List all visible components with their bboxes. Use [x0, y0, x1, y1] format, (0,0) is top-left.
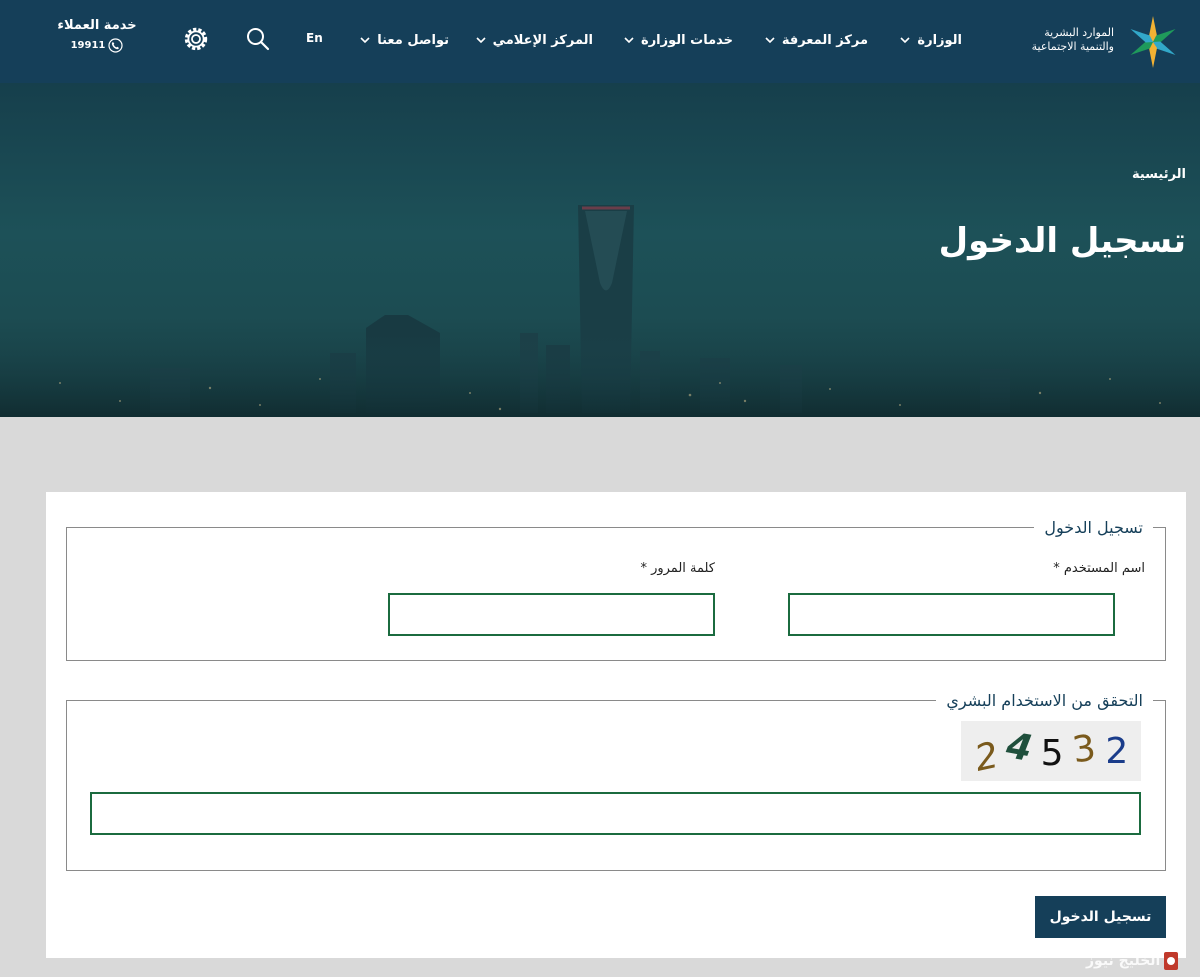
logo-text-line2: والتنمية الاجتماعية — [1031, 40, 1114, 53]
chevron-down-icon — [900, 37, 910, 44]
top-navigation-bar: الموارد البشرية والتنمية الاجتماعية الوز… — [0, 0, 1200, 83]
page-hero-banner: الرئيسية تسجيل الدخول — [0, 83, 1200, 417]
nav-knowledge-center[interactable]: مركز المعرفة — [764, 30, 868, 50]
customer-service[interactable]: خدمة العملاء 19911 — [52, 18, 142, 53]
captcha-input[interactable] — [90, 792, 1141, 835]
captcha-image: 2 4 5 3 2 — [961, 721, 1141, 781]
captcha-digit: 2 — [970, 734, 1002, 780]
username-input[interactable] — [788, 593, 1115, 636]
customer-service-number: 19911 — [70, 40, 106, 51]
chevron-down-icon — [476, 37, 486, 44]
captcha-digit: 3 — [1069, 727, 1099, 771]
nav-contact-us[interactable]: تواصل معنا — [359, 30, 449, 50]
phone-icon — [108, 38, 123, 53]
nav-ministry-services[interactable]: خدمات الوزارة — [623, 30, 733, 50]
login-submit-button[interactable]: تسجيل الدخول — [1035, 896, 1166, 938]
password-input[interactable] — [388, 593, 715, 636]
ministry-logo[interactable]: الموارد البشرية والتنمية الاجتماعية — [1010, 14, 1186, 70]
captcha-fieldset-legend: التحقق من الاستخدام البشري — [946, 691, 1143, 710]
username-label: اسم المستخدم * — [1053, 561, 1145, 576]
nav-knowledge-center-label: مركز المعرفة — [781, 32, 868, 48]
watermark-logo-icon — [1164, 952, 1179, 970]
nav-ministry-label: الوزارة — [917, 32, 962, 48]
captcha-digit: 4 — [1003, 724, 1036, 770]
nav-ministry[interactable]: الوزارة — [899, 30, 962, 50]
customer-service-label: خدمة العملاء — [57, 18, 137, 33]
chevron-down-icon — [360, 37, 370, 44]
page-title: تسجيل الدخول — [938, 221, 1186, 261]
gear-icon — [184, 27, 208, 51]
captcha-fieldset: التحقق من الاستخدام البشري 2 4 5 3 2 — [66, 691, 1166, 871]
logo-text: الموارد البشرية والتنمية الاجتماعية — [1032, 26, 1114, 54]
chevron-down-icon — [624, 37, 634, 44]
search-button[interactable] — [245, 26, 271, 52]
nav-media-center[interactable]: المركز الإعلامي — [475, 30, 593, 50]
nav-contact-us-label: تواصل معنا — [377, 32, 449, 48]
password-label: كلمة المرور * — [640, 561, 715, 576]
search-icon — [247, 28, 270, 51]
login-card: تسجيل الدخول اسم المستخدم * كلمة المرور … — [46, 492, 1186, 958]
captcha-digit: 5 — [1040, 732, 1064, 774]
chevron-down-icon — [765, 37, 775, 44]
logo-text-line1: الموارد البشرية — [1044, 26, 1114, 39]
nav-ministry-services-label: خدمات الوزارة — [641, 32, 733, 48]
language-toggle[interactable]: En — [306, 31, 323, 45]
watermark-text: الخليج نيوز — [1086, 953, 1161, 969]
login-fieldset: تسجيل الدخول اسم المستخدم * كلمة المرور … — [66, 518, 1166, 661]
captcha-digit: 2 — [1105, 730, 1129, 772]
ministry-star-logo-icon — [1130, 16, 1176, 68]
customer-service-number-row: 19911 — [52, 38, 142, 53]
settings-button[interactable] — [183, 26, 209, 52]
nav-media-center-label: المركز الإعلامي — [492, 32, 593, 48]
login-fieldset-legend: تسجيل الدخول — [1044, 518, 1143, 537]
watermark: الخليج نيوز — [1086, 948, 1196, 974]
breadcrumb-home[interactable]: الرئيسية — [1132, 167, 1186, 182]
